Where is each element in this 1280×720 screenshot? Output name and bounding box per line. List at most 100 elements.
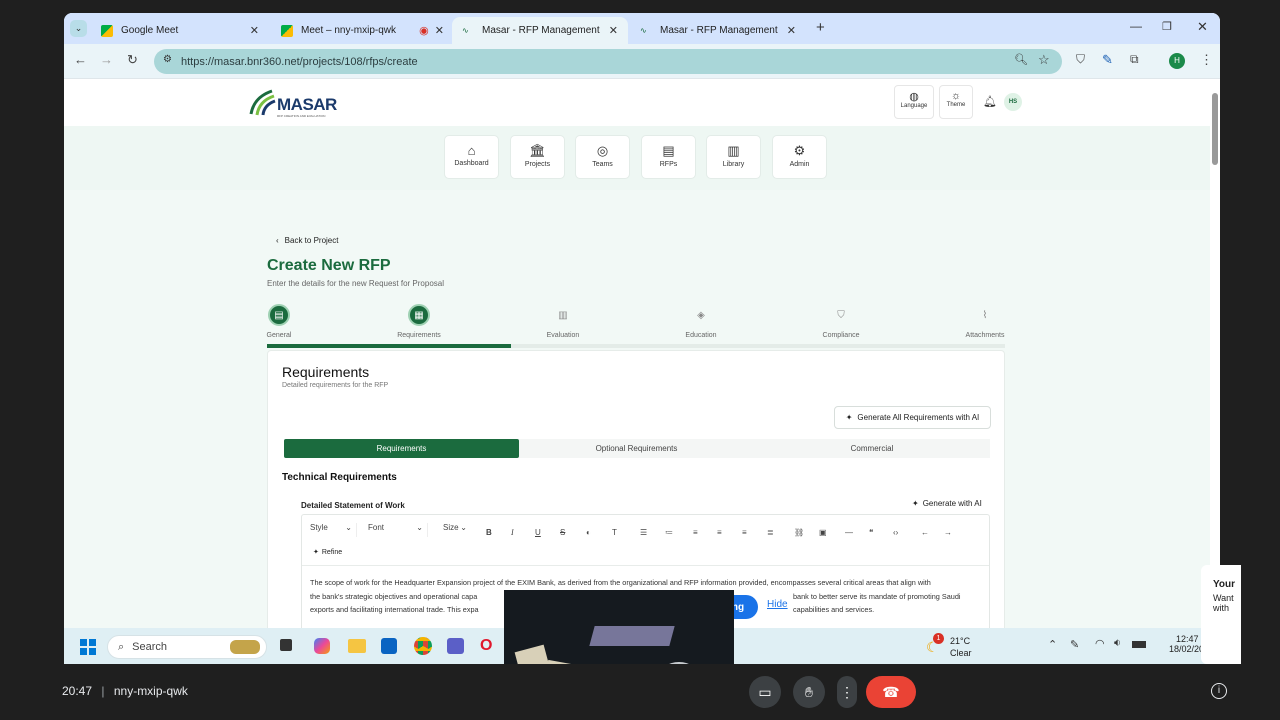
task-view-icon[interactable] [280,639,292,651]
tab-requirements[interactable]: Requirements [284,439,519,458]
chrome-icon[interactable] [414,637,432,655]
step-compliance[interactable]: ⛉ Compliance [801,304,881,340]
size-select[interactable]: Size ⌄ [443,523,467,537]
palette-icon[interactable]: ◐ [586,528,591,537]
step-attachments[interactable]: ⌇ Attachments [945,304,1025,340]
page-scrollbar-thumb[interactable] [1212,93,1218,165]
shield-extension-icon[interactable]: ⛉ [1076,52,1085,67]
underline-icon[interactable]: U [535,528,541,537]
close-icon[interactable]: ✕ [250,24,259,37]
minimize-icon[interactable]: — [1130,19,1142,33]
meeting-details-icon[interactable]: i [1211,683,1227,699]
align-right-icon[interactable]: ≡ [742,528,747,537]
numbered-list-icon[interactable]: ≔ [665,528,673,537]
text-format-icon[interactable]: T [612,528,617,537]
volume-icon[interactable]: 🔉︎ [1114,637,1121,650]
browser-tab-masar-active[interactable]: ∿ Masar - RFP Management Dash ✕ [452,17,628,44]
user-avatar[interactable]: HS [1004,93,1022,111]
notification-toast[interactable]: Your Want with [1201,565,1241,664]
extensions-puzzle-icon[interactable]: ⧉ [1130,52,1139,67]
captions-button[interactable]: ▭ [749,676,781,708]
bell-icon[interactable]: 🔔︎ [983,95,997,108]
link-icon[interactable]: ⛓ [794,528,804,537]
wifi-icon[interactable]: ◠ [1095,637,1105,650]
align-center-icon[interactable]: ≡ [717,528,722,537]
redo-icon[interactable]: → [944,528,952,537]
bank-icon: 🏛︎ [529,143,546,158]
browser-tab-masar[interactable]: ∿ Masar - RFP Management Dash ✕ [630,17,806,44]
tab-commercial[interactable]: Commercial [754,439,990,458]
teams-app-icon[interactable] [447,638,464,654]
step-requirements[interactable]: ▦ Requirements [379,304,459,339]
align-justify-icon[interactable]: ≣ [767,528,774,537]
tray-chevron-up-icon[interactable]: ⌃ [1048,638,1057,651]
back-arrow-icon[interactable]: ← [74,52,87,67]
nav-admin[interactable]: ⚙ Admin [772,135,827,179]
reload-icon[interactable]: ↻ [127,52,138,68]
raise-hand-button[interactable]: ✋︎ [793,676,825,708]
italic-icon[interactable]: I [511,528,514,537]
bullet-list-icon[interactable]: ☰ [640,528,647,537]
tab-optional-requirements[interactable]: Optional Requirements [519,439,754,458]
battery-icon[interactable] [1132,641,1146,648]
horizontal-rule-icon[interactable]: — [845,528,853,537]
font-select[interactable]: Font ⌄ [368,523,428,537]
back-to-project-link[interactable]: ‹ Back to Project [276,236,338,245]
masar-logo[interactable]: MASAR RFP CREATION AND EVALUATION [248,87,338,121]
nav-label: Library [722,161,745,168]
undo-icon[interactable]: ← [921,528,929,537]
tray-pen-icon[interactable]: ✎ [1070,638,1079,651]
profile-avatar[interactable]: H [1169,53,1185,69]
restore-icon[interactable]: ❐ [1162,20,1172,33]
recording-icon: ◉ [419,25,429,37]
tab-search-button[interactable]: ⌄ [70,20,87,37]
nav-library[interactable]: ▥ Library [706,135,761,179]
opera-icon[interactable]: O [480,637,492,655]
close-icon[interactable]: ✕ [787,24,796,37]
zoom-icon[interactable]: 🔍︎ [1014,53,1028,66]
generate-all-ai-button[interactable]: ✦ Generate All Requirements with AI [834,406,991,429]
refine-button[interactable]: ✦ Refine [313,548,342,556]
browser-tab-meet-call[interactable]: Meet – nny-mxip-qwk ◉ ✕ [271,17,454,44]
end-call-button[interactable]: ☎ [866,676,916,708]
outlook-icon[interactable] [381,638,397,654]
pen-extension-icon[interactable]: ✎ [1102,52,1113,68]
step-education[interactable]: ◈ Education [661,304,741,340]
more-options-button[interactable]: ⋮ [837,676,857,708]
nav-dashboard[interactable]: ⌂ Dashboard [444,135,499,179]
nav-teams[interactable]: ◎ Teams [575,135,630,179]
step-evaluation[interactable]: ▥ Evaluation [523,304,603,340]
copilot-icon[interactable] [314,638,330,654]
address-bar[interactable]: ⚙ https://masar.bnr360.net/projects/108/… [154,49,1062,74]
strikethrough-icon[interactable]: S [560,528,565,537]
generate-with-ai-button[interactable]: ✦ Generate with AI [912,499,982,508]
browser-tab-google-meet[interactable]: Google Meet ✕ [91,17,269,44]
weather-widget[interactable]: ☾ 1 21°C Clear [926,633,986,661]
theme-button[interactable]: ☼ Theme [939,85,973,119]
taskbar-search[interactable]: ⌕ Search [107,635,267,659]
style-select[interactable]: Style ⌄ [310,523,357,537]
close-icon[interactable]: ✕ [609,24,618,37]
forward-arrow-icon[interactable]: → [100,52,113,67]
bookmark-star-icon[interactable]: ☆ [1038,52,1050,68]
field-label: Detailed Statement of Work [301,501,405,510]
more-vertical-icon: ⋮ [840,683,854,700]
search-icon: ⌕ [118,640,125,653]
hide-share-bar-link[interactable]: Hide [767,599,788,610]
code-icon[interactable]: ‹› [893,528,898,537]
step-general[interactable]: ▤ General [239,304,319,339]
nav-projects[interactable]: 🏛︎ Projects [510,135,565,179]
more-menu-icon[interactable]: ⋮ [1200,52,1213,68]
windows-start-icon[interactable] [80,639,96,655]
file-explorer-icon[interactable] [348,639,366,653]
close-window-icon[interactable]: ✕ [1197,19,1208,35]
align-left-icon[interactable]: ≡ [693,528,698,537]
quote-icon[interactable]: ❝ [869,528,873,537]
nav-rfps[interactable]: ▤ RFPs [641,135,696,179]
bold-icon[interactable]: B [486,528,492,537]
new-tab-icon[interactable]: + [816,19,825,36]
close-icon[interactable]: ✕ [435,24,444,37]
site-info-icon[interactable]: ⚙ [163,54,172,65]
image-icon[interactable]: ▣ [819,528,827,537]
language-button[interactable]: ◍ Language [894,85,934,119]
